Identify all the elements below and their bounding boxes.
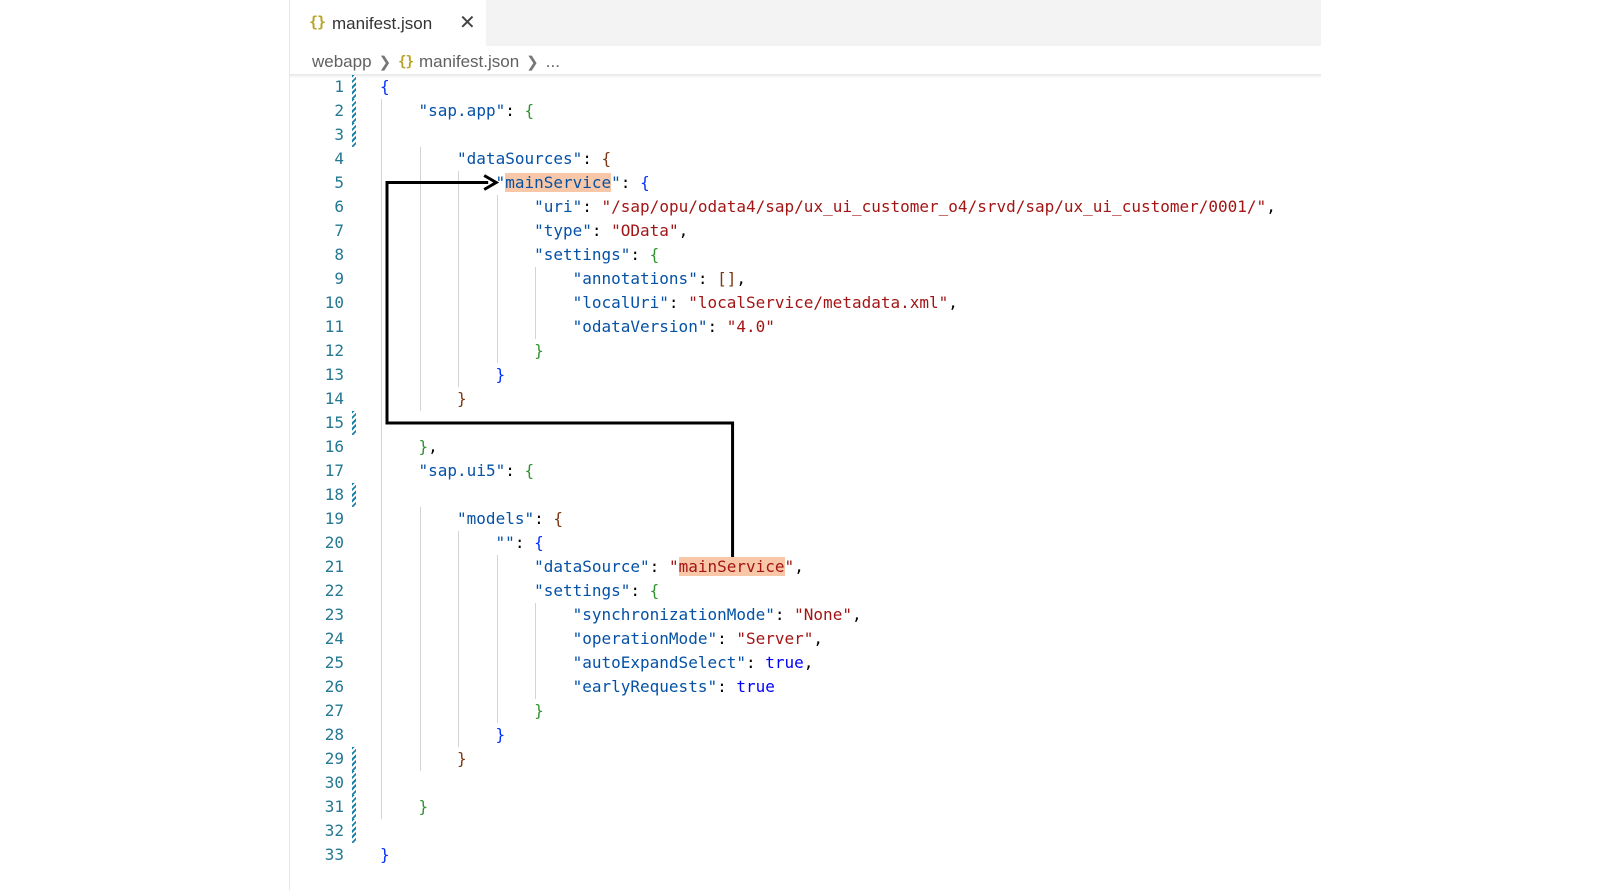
- arrow-line: [385, 181, 735, 557]
- reference-arrow: [385, 174, 735, 557]
- code-editor: {} manifest.json ✕ webapp ❯ {} manifest.…: [289, 0, 1321, 890]
